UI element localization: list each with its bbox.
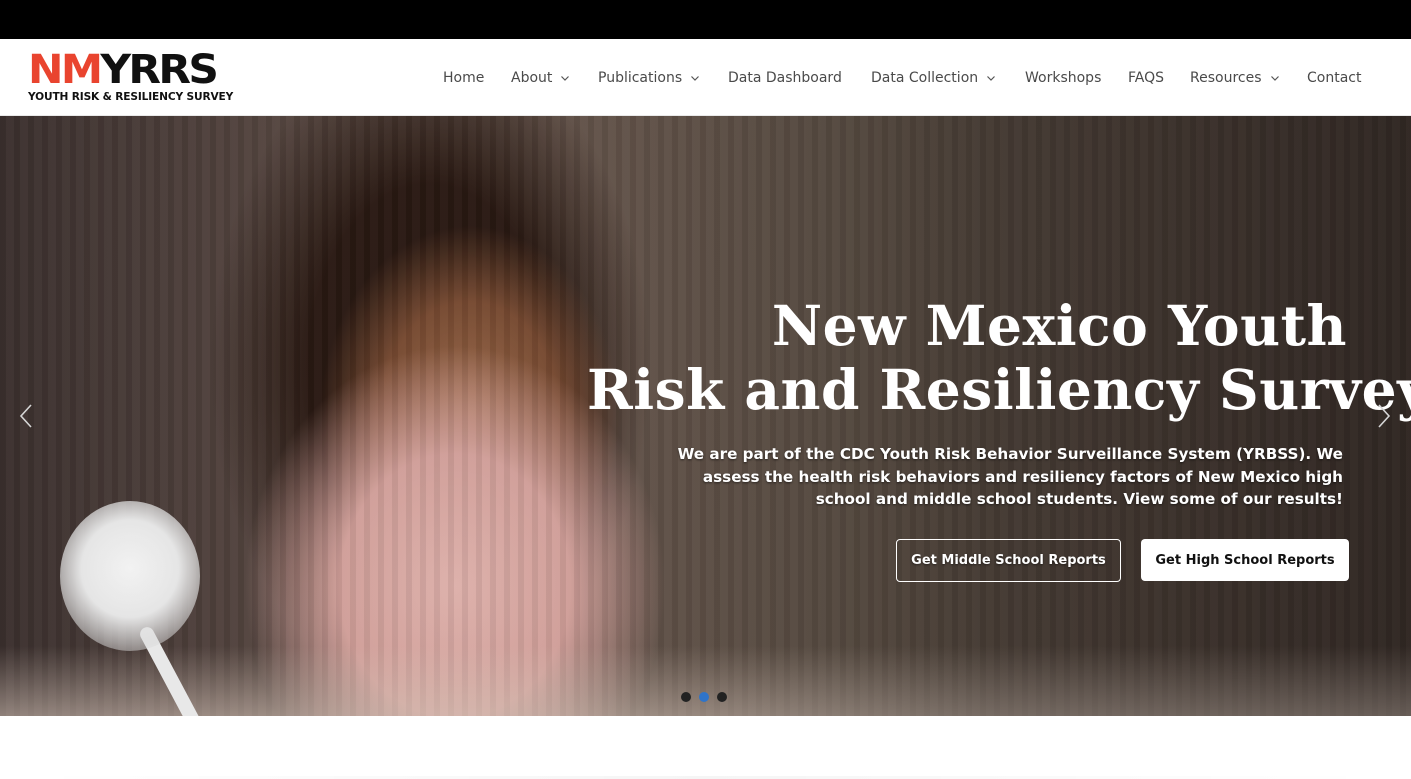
nav-item-label: About bbox=[511, 70, 553, 86]
chevron-left-icon[interactable] bbox=[16, 401, 38, 431]
slider-pagination bbox=[681, 692, 727, 702]
nav-item-data-collection[interactable]: Data Collection bbox=[871, 67, 996, 89]
nav-item-data-dashboard[interactable]: Data Dashboard bbox=[728, 67, 842, 89]
hero-slider: New Mexico Youth Risk and Resiliency Sur… bbox=[0, 116, 1411, 716]
main-nav: Home About Publications Data Dashboard D… bbox=[0, 39, 1411, 116]
high-school-reports-button[interactable]: Get High School Reports bbox=[1141, 539, 1349, 581]
hero-subtitle: We are part of the CDC Youth Risk Behavi… bbox=[677, 445, 1343, 508]
nav-item-label: Contact bbox=[1307, 70, 1362, 86]
chevron-down-icon bbox=[561, 76, 570, 81]
nav-item-contact[interactable]: Contact bbox=[1307, 67, 1361, 89]
nav-item-workshops[interactable]: Workshops bbox=[1025, 67, 1101, 89]
site-header: NMYRRS YOUTH RISK & RESILIENCY SURVEY Ho… bbox=[0, 39, 1411, 116]
slider-dot-2[interactable] bbox=[699, 692, 709, 702]
nav-item-label: Data Dashboard bbox=[728, 70, 842, 86]
nav-item-home[interactable]: Home bbox=[443, 67, 484, 89]
nav-item-resources[interactable]: Resources bbox=[1190, 67, 1280, 89]
nav-item-label: Home bbox=[443, 70, 485, 86]
slider-dot-1[interactable] bbox=[681, 692, 691, 702]
nav-item-label: FAQS bbox=[1128, 70, 1165, 86]
chevron-down-icon bbox=[1270, 76, 1279, 81]
hero-title-line-2: Risk and Resiliency Survey bbox=[587, 357, 1411, 422]
nav-item-label: Resources bbox=[1190, 70, 1262, 86]
chevron-down-icon bbox=[987, 76, 996, 81]
nav-item-faqs[interactable]: FAQS bbox=[1128, 67, 1164, 89]
slider-dot-3[interactable] bbox=[717, 692, 727, 702]
nav-item-publications[interactable]: Publications bbox=[598, 67, 700, 89]
hero-title-line-1: New Mexico Youth bbox=[771, 293, 1347, 358]
middle-school-reports-button[interactable]: Get Middle School Reports bbox=[896, 539, 1121, 582]
hero-title: New Mexico Youth Risk and Resiliency Sur… bbox=[587, 293, 1411, 422]
content-section bbox=[0, 716, 1411, 779]
nav-item-label: Workshops bbox=[1025, 70, 1102, 86]
top-bar bbox=[0, 0, 1411, 39]
nav-item-about[interactable]: About bbox=[511, 67, 570, 89]
nav-item-label: Publications bbox=[598, 70, 683, 86]
chevron-down-icon bbox=[691, 76, 700, 81]
chevron-right-icon[interactable] bbox=[1372, 401, 1394, 431]
nav-item-label: Data Collection bbox=[871, 70, 979, 86]
